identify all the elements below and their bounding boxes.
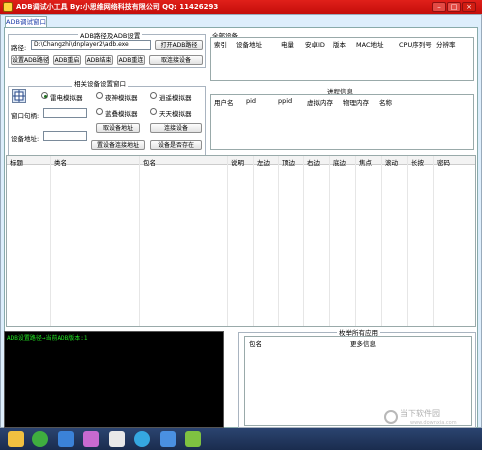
column-header: 名称	[379, 99, 392, 107]
adb-path-group-title: ADB路径及ADB设置	[78, 30, 143, 40]
360-icon[interactable]	[32, 431, 48, 447]
radio-tiantian[interactable]	[150, 108, 157, 115]
column-header: MAC地址	[356, 41, 384, 49]
column-header[interactable]: 类名	[54, 157, 67, 167]
watermark-logo-icon	[384, 410, 398, 424]
window-handle-input[interactable]	[43, 108, 87, 118]
tab-adb-debug[interactable]: ADB调试窗口	[5, 16, 47, 27]
column-header[interactable]: 顶边	[282, 157, 295, 167]
android-icon[interactable]	[185, 431, 201, 447]
column-header: 安卓ID	[305, 41, 325, 49]
cursor-icon[interactable]	[109, 431, 125, 447]
column-header[interactable]: 焦点	[359, 157, 372, 167]
column-header: 版本	[333, 41, 346, 49]
log-console[interactable]	[4, 331, 224, 428]
calc-icon[interactable]	[160, 431, 176, 447]
adb-kill-button[interactable]: ADB结束	[85, 55, 113, 65]
path-label: 路径:	[11, 44, 27, 52]
column-header[interactable]: 说明	[231, 157, 244, 167]
radio-label: 雷电模拟器	[50, 94, 83, 102]
adb-path-input[interactable]: D:\Changzhi\dnplayer2\adb.exe	[31, 40, 151, 50]
column-header: 设备地址	[236, 41, 262, 49]
column-header: 电量	[281, 41, 294, 49]
paint-icon[interactable]	[83, 431, 99, 447]
get-connected-devices-button[interactable]: 取连接设备	[149, 55, 203, 65]
radio-landie[interactable]	[96, 108, 103, 115]
device-address-label: 设备地址:	[11, 135, 40, 143]
column-header[interactable]: 右边	[307, 157, 320, 167]
column-header[interactable]: 底边	[333, 157, 346, 167]
open-adb-path-button[interactable]: 打开ADB路径	[155, 40, 203, 50]
radio-label: 逍遥模拟器	[159, 94, 192, 102]
column-header: 索引	[214, 41, 227, 49]
column-header[interactable]: 密码	[437, 157, 450, 167]
column-header: ppid	[278, 97, 293, 105]
adb-restart-button[interactable]: ADB重启	[53, 55, 81, 65]
console-text: ADB设置路径→当前ADB版本:1	[7, 335, 88, 342]
column-header[interactable]: 标题	[10, 157, 23, 167]
radio-leidian[interactable]	[41, 92, 48, 99]
minimize-button[interactable]: –	[432, 2, 446, 12]
target-crosshair-icon[interactable]	[12, 89, 26, 103]
watermark-url: www.downxia.com	[410, 420, 457, 426]
column-header: 包名	[249, 340, 262, 348]
watermark-text: 当下软件园	[400, 409, 440, 418]
related-settings-title: 相关设备设置窗口	[72, 78, 128, 88]
column-header: 虚拟内存	[307, 99, 333, 107]
maximize-button[interactable]: □	[447, 2, 461, 12]
ui-elements-table	[6, 155, 476, 327]
app-icon	[3, 2, 13, 12]
radio-label: 天天模拟器	[159, 110, 192, 118]
radio-yeshen[interactable]	[96, 92, 103, 99]
get-device-address-button[interactable]: 取设备地址	[96, 123, 140, 133]
connect-device-button[interactable]: 连接设备	[150, 123, 202, 133]
device-exists-button[interactable]: 设备是否存在	[150, 140, 202, 150]
browser-icon[interactable]	[58, 431, 74, 447]
set-device-address-button[interactable]: 置设备连接地址	[91, 140, 145, 150]
window-title: ADB调试小工具 By:小思维网络科技有限公司 QQ: 11426293	[16, 3, 219, 11]
column-header: 用户名	[214, 99, 234, 107]
column-header[interactable]: 滚动	[385, 157, 398, 167]
column-header: CPU序列号	[399, 41, 432, 49]
window-handle-label: 窗口句柄:	[11, 112, 40, 120]
close-button[interactable]: ×	[462, 2, 476, 12]
device-address-input[interactable]	[43, 131, 87, 141]
radio-label: 蓝叠模拟器	[105, 110, 138, 118]
radio-label: 夜神模拟器	[105, 94, 138, 102]
column-header[interactable]: 包名	[143, 157, 156, 167]
set-adb-path-button[interactable]: 设置ADB路径	[11, 55, 49, 65]
column-header: pid	[246, 97, 257, 105]
folder-icon[interactable]	[8, 431, 24, 447]
column-header: 分辨率	[436, 41, 456, 49]
column-header[interactable]: 左边	[257, 157, 270, 167]
adb-reconnect-button[interactable]: ADB重连	[117, 55, 145, 65]
column-header: 更多信息	[350, 340, 376, 348]
column-header: 物理内存	[343, 99, 369, 107]
chrome-icon[interactable]	[134, 431, 150, 447]
radio-xiaoyao[interactable]	[150, 92, 157, 99]
column-header[interactable]: 长按	[411, 157, 424, 167]
